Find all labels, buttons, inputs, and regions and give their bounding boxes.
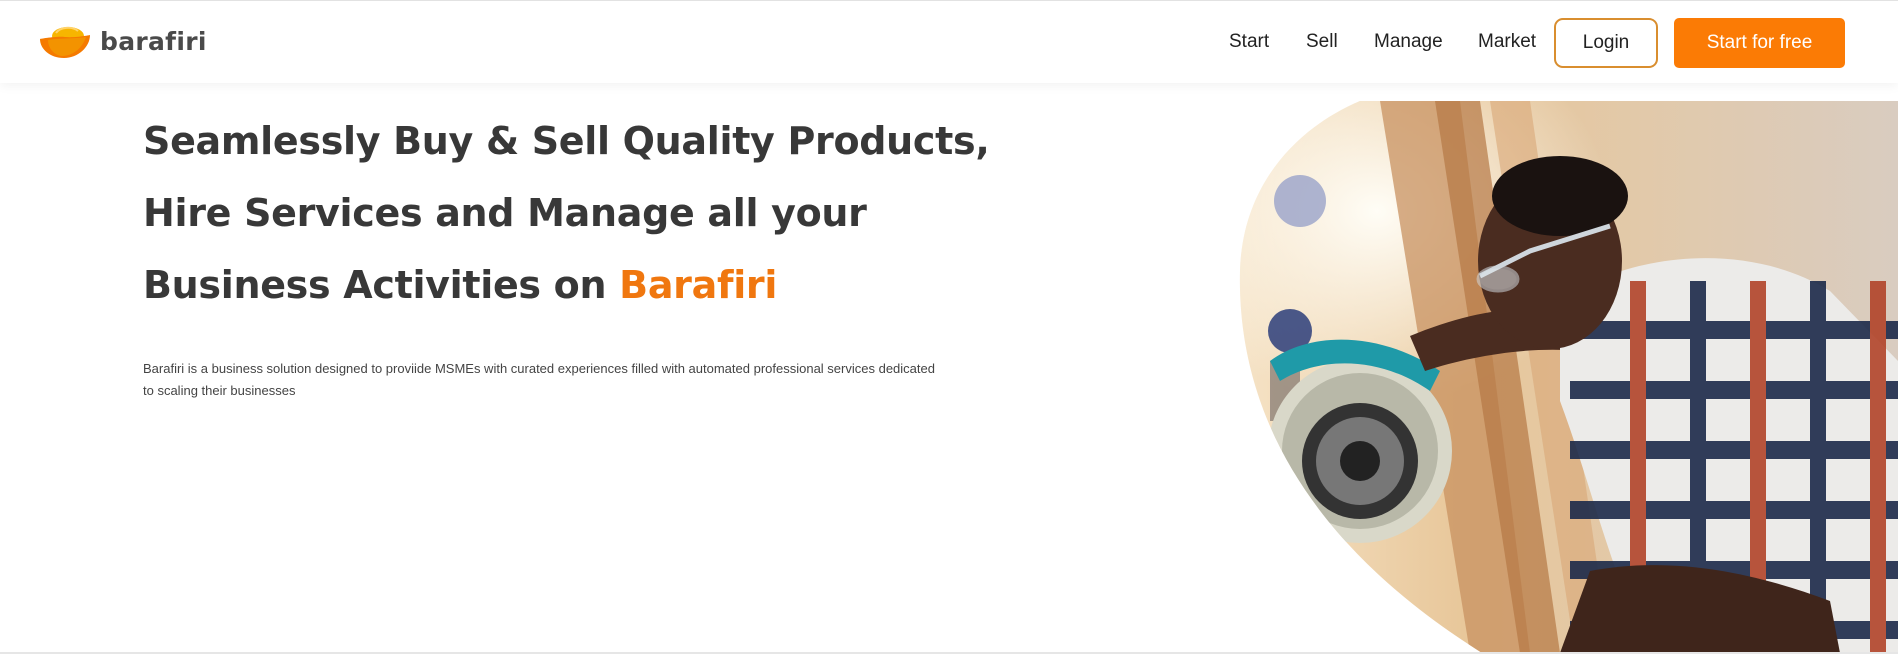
start-for-free-button[interactable]: Start for free <box>1674 18 1845 68</box>
hero-image-carpenter-photo <box>1239 101 1898 653</box>
hero-description: Barafiri is a business solution designed… <box>143 361 935 398</box>
hero-brand-highlight: Barafiri <box>619 263 778 307</box>
brand-logo-link[interactable]: barafiri <box>38 23 208 63</box>
landing-page: barafiri Start Sell Manage Market Login … <box>0 0 1898 654</box>
nav-link-start[interactable]: Start <box>1229 30 1269 54</box>
hero-heading-line-3: Business Activities on Barafiri <box>143 249 943 321</box>
login-button[interactable]: Login <box>1554 18 1658 68</box>
hero-heading-line-3-text: Business Activities on <box>143 263 620 307</box>
nav-link-market[interactable]: Market <box>1478 30 1536 54</box>
nav-link-manage[interactable]: Manage <box>1374 30 1443 54</box>
hero-heading-line-2: Hire Services and Manage all your <box>143 191 867 235</box>
brand-logo-text: barafiri <box>100 27 207 56</box>
top-navbar: barafiri Start Sell Manage Market Login … <box>0 0 1898 83</box>
hero-heading-line-1: Seamlessly Buy & Sell Quality Products, <box>143 119 990 163</box>
barafiri-logo-icon <box>40 26 90 58</box>
nav-link-sell[interactable]: Sell <box>1306 30 1338 54</box>
hero-heading: Seamlessly Buy & Sell Quality Products, … <box>143 105 990 321</box>
